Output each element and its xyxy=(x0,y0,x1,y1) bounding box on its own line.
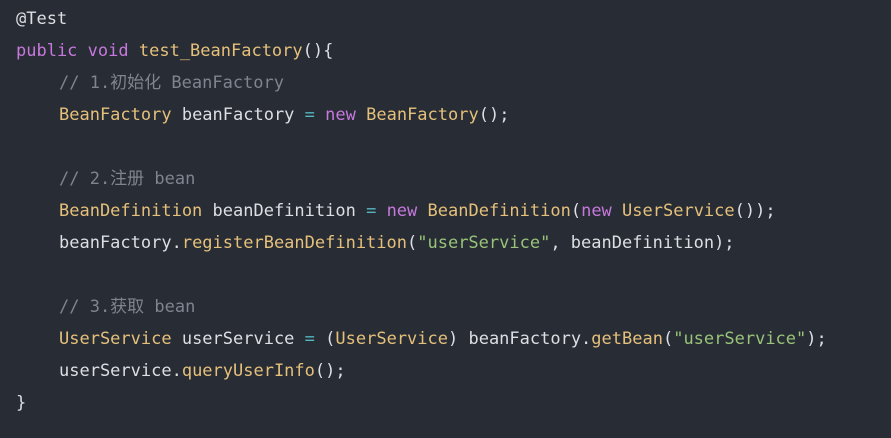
code-token-type: UserService xyxy=(622,201,735,221)
code-token-default: userService xyxy=(171,329,305,349)
code-token-punct: ()); xyxy=(734,201,776,221)
code-line: BeanDefinition beanDefinition = new Bean… xyxy=(16,195,891,227)
code-token-punct: ( xyxy=(325,329,336,349)
code-token-default: beanFactory xyxy=(171,105,305,125)
code-line: BeanFactory beanFactory = new BeanFactor… xyxy=(16,99,891,131)
code-token-comment: // 2.注册 bean xyxy=(59,169,196,189)
code-token-punct: (); xyxy=(314,361,346,381)
code-token-punct: ( xyxy=(570,201,582,221)
code-token-method: queryUserInfo xyxy=(181,361,315,381)
code-token-punct: (); xyxy=(478,105,510,125)
code-token-default: beanDefinition xyxy=(202,201,367,221)
code-token-func: test_BeanFactory xyxy=(138,41,303,61)
code-line: public void test_BeanFactory(){ xyxy=(16,35,891,67)
code-token-type: BeanDefinition xyxy=(59,201,203,221)
code-token-default xyxy=(356,105,366,125)
code-line: beanFactory.registerBeanDefinition("user… xyxy=(16,227,891,259)
code-token-punct: ( xyxy=(407,233,418,253)
code-token-comment: // 1.初始化 BeanFactory xyxy=(59,73,284,93)
code-token-default xyxy=(612,201,622,221)
code-token-keyword: public xyxy=(16,41,78,61)
code-token-type: UserService xyxy=(335,329,448,349)
code-token-default xyxy=(315,105,325,125)
code-token-method: registerBeanDefinition xyxy=(181,233,407,253)
code-token-annotation: @Test xyxy=(16,9,68,29)
code-token-punct: ) beanFactory. xyxy=(448,329,592,349)
code-token-default: beanFactory. xyxy=(59,233,182,253)
code-token-default xyxy=(417,201,427,221)
code-token-punct: } xyxy=(16,393,27,413)
code-token-string: "userService" xyxy=(417,233,551,253)
code-token-type: BeanFactory xyxy=(59,105,172,125)
code-token-default: userService. xyxy=(59,361,182,381)
code-token-keyword: new xyxy=(386,201,418,221)
code-token-default xyxy=(376,201,386,221)
code-token-op: = xyxy=(304,105,315,125)
code-line: // 3.获取 bean xyxy=(16,291,891,323)
code-token-op: = xyxy=(366,201,377,221)
code-line: @Test xyxy=(16,3,891,35)
code-token-default xyxy=(315,329,325,349)
code-line: // 2.注册 bean xyxy=(16,163,891,195)
code-editor[interactable]: @Test public void test_BeanFactory(){ // 1… xyxy=(0,0,891,438)
code-line: // 1.初始化 BeanFactory xyxy=(16,67,891,99)
code-token-default xyxy=(77,41,87,61)
code-token-type: BeanDefinition xyxy=(427,201,571,221)
code-token-method: getBean xyxy=(591,329,663,349)
code-line: UserService userService = (UserService) … xyxy=(16,323,891,355)
code-token-type: BeanFactory xyxy=(366,105,479,125)
code-token-punct: ); xyxy=(806,329,827,349)
code-token-comment: // 3.获取 bean xyxy=(59,297,196,317)
code-token-type: UserService xyxy=(59,329,172,349)
code-token-keyword: new xyxy=(581,201,612,221)
code-line: } xyxy=(16,387,891,419)
code-token-keyword: new xyxy=(325,105,356,125)
code-line: userService.queryUserInfo(); xyxy=(16,355,891,387)
code-token-keyword: void xyxy=(87,41,129,61)
code-token-punct: (){ xyxy=(302,41,334,61)
code-token-punct: , beanDefinition); xyxy=(550,233,735,253)
code-token-punct: ( xyxy=(662,329,674,349)
code-token-default xyxy=(129,41,139,61)
code-token-op: = xyxy=(304,329,315,349)
code-token-string: "userService" xyxy=(673,329,807,349)
